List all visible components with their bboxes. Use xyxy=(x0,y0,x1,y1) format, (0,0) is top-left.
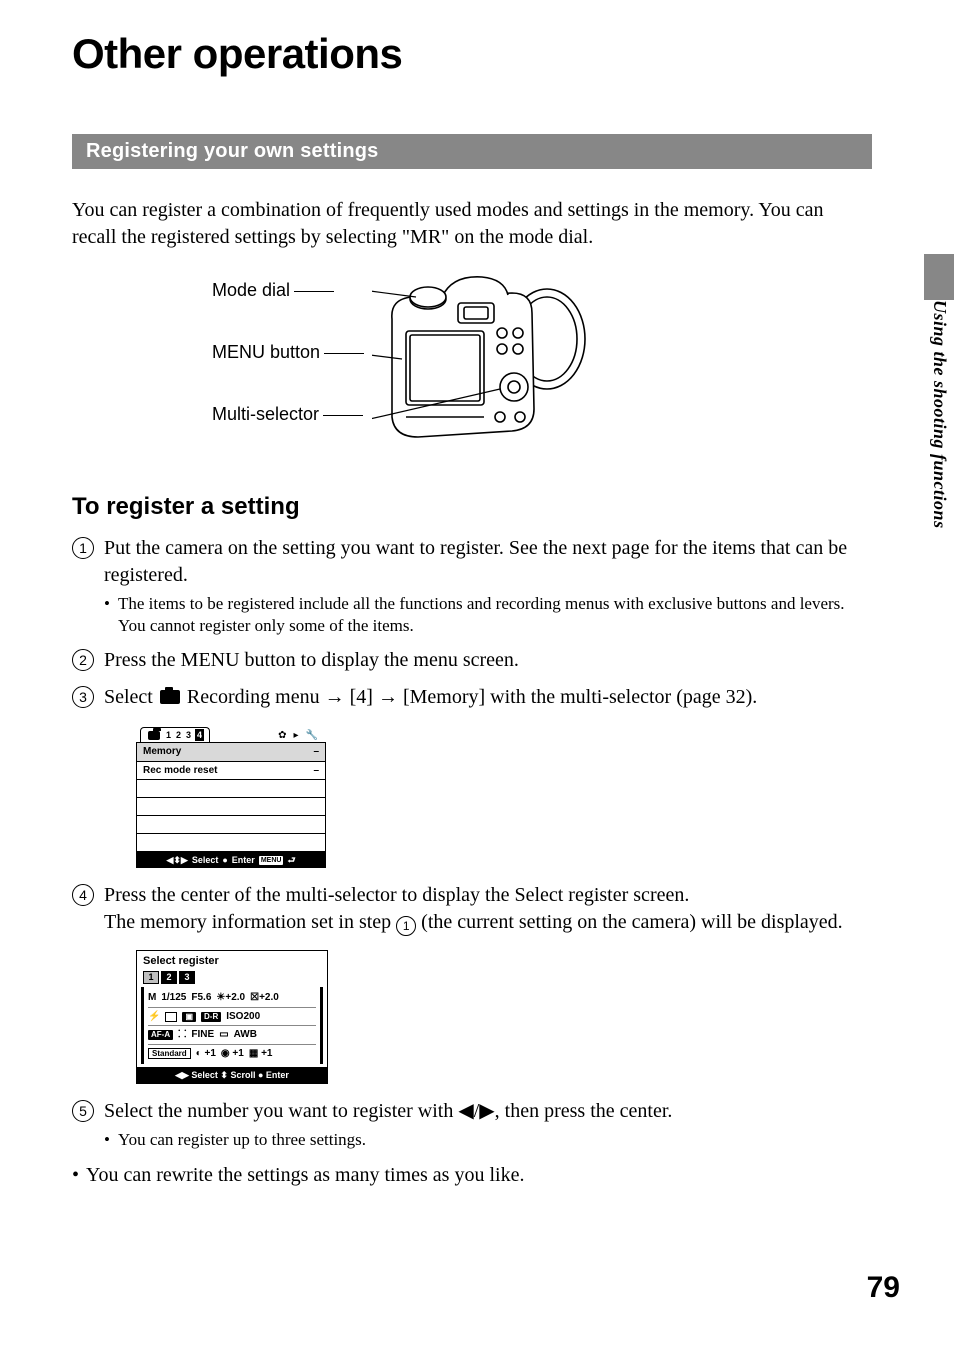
aspect-icon: ▭ xyxy=(219,1028,228,1042)
menu-row-empty xyxy=(137,798,325,816)
menu-button-label: MENU button xyxy=(212,342,320,362)
menu-row-value: – xyxy=(313,745,319,759)
reg-title: Select register xyxy=(137,951,327,971)
menu-screenshot: 1 2 3 4 ✿ ▸ 🔧 Memory – xyxy=(136,725,326,868)
reg-tab-2: 2 xyxy=(161,971,177,984)
camera-illustration xyxy=(372,269,592,459)
menu-row-empty xyxy=(137,816,325,834)
menu-tab-3: 3 xyxy=(185,729,192,741)
reg-tab-3: 3 xyxy=(179,971,195,984)
reg-footer: ◀▶ Select ⬍ Scroll ● Enter xyxy=(137,1067,327,1083)
flash-icon: ⚡ xyxy=(148,1010,160,1024)
gear-icon: ✿ xyxy=(278,729,286,743)
step-2: Press the MENU button to display the men… xyxy=(72,647,872,674)
step-4a-text: Press the center of the multi-selector t… xyxy=(104,884,689,906)
menu-row-reset: Rec mode reset – xyxy=(137,762,325,781)
menu-tab-group: 1 2 3 4 xyxy=(140,727,210,742)
dr-badge: D-R xyxy=(201,1012,221,1022)
meter-icon: ▣ xyxy=(182,1012,196,1022)
drive-icon xyxy=(165,1012,177,1022)
step-5-sub: You can register up to three settings. xyxy=(104,1129,872,1151)
menu-row-label: Rec mode reset xyxy=(143,764,217,778)
note-rewrite: You can rewrite the settings as many tim… xyxy=(72,1162,872,1189)
page-number: 79 xyxy=(867,1271,900,1305)
camera-tab-icon xyxy=(148,731,160,740)
step-5-text: Select the number you want to register w… xyxy=(104,1100,672,1122)
mode-dial-label: Mode dial xyxy=(212,280,290,300)
side-index-tab xyxy=(924,254,954,300)
subheading: To register a setting xyxy=(72,493,872,521)
menu-row-empty xyxy=(137,780,325,798)
menu-row-value: – xyxy=(313,764,319,778)
step-4b-pre: The memory information set in step xyxy=(104,911,396,933)
camera-icon xyxy=(160,690,180,704)
step-3: Select Recording menu → [4] → [Memory] w… xyxy=(72,684,872,868)
style-badge: Standard xyxy=(148,1048,191,1059)
reg-line-2: ⚡ ▣ D-R ISO200 xyxy=(148,1008,316,1027)
step-1-text: Put the camera on the setting you want t… xyxy=(104,537,847,586)
page-title: Other operations xyxy=(72,30,872,78)
step-1-sub: The items to be registered include all t… xyxy=(104,593,872,637)
section-header: Registering your own settings xyxy=(72,134,872,169)
reg-tab-1: 1 xyxy=(143,971,159,984)
wrench-icon: 🔧 xyxy=(306,729,318,743)
menu-tab-1: 1 xyxy=(165,729,172,741)
step-4: Press the center of the multi-selector t… xyxy=(72,882,872,1084)
step-3-pre: Select xyxy=(104,686,158,708)
menu-footer: ◀⬍▶ Select ● Enter MENU ⮐ xyxy=(136,852,326,868)
menu-row-label: Memory xyxy=(143,745,181,759)
menu-row-memory: Memory – xyxy=(137,743,325,762)
reg-line-4: Standard ◐ +1 ◉ +1 ▦ +1 xyxy=(148,1045,316,1063)
step-1: Put the camera on the setting you want t… xyxy=(72,535,872,637)
step-4b-post: (the current setting on the camera) will… xyxy=(416,911,843,933)
camera-diagram: Mode dial MENU button Multi-selector xyxy=(72,269,872,469)
step-3-post: Recording menu → [4] → [Memory] with the… xyxy=(182,686,757,708)
menu-tab-4: 4 xyxy=(195,729,204,741)
step-5: Select the number you want to register w… xyxy=(72,1098,872,1151)
multi-selector-label: Multi-selector xyxy=(212,404,319,424)
circled-1-inline: 1 xyxy=(396,916,416,936)
menu-row-empty xyxy=(137,834,325,851)
reg-line-3: AF-A ⸬ FINE ▭ AWB xyxy=(148,1026,316,1045)
play-icon: ▸ xyxy=(294,729,299,743)
menu-tab-2: 2 xyxy=(175,729,182,741)
af-area-icon: ⸬ xyxy=(178,1028,186,1042)
side-section-label: Using the shooting functions xyxy=(929,300,950,529)
intro-text: You can register a combination of freque… xyxy=(72,197,872,251)
reg-line-1: M 1/125 F5.6 ☀+2.0 ☒+2.0 xyxy=(148,989,316,1008)
select-register-screenshot: Select register 1 2 3 M 1/125 F5.6 ☀+2.0… xyxy=(136,950,328,1084)
af-badge: AF-A xyxy=(148,1030,173,1040)
